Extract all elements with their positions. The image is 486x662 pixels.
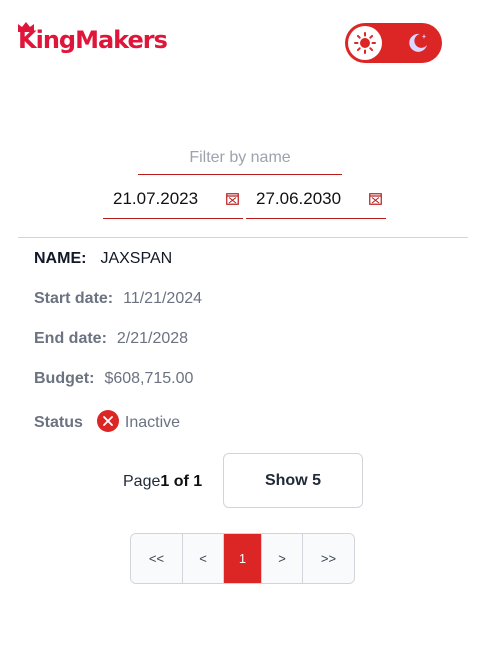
last-page-button[interactable]: >> bbox=[303, 534, 354, 583]
end-date-text: 2/21/2028 bbox=[116, 330, 189, 347]
pagination-controls: << < 1 > >> bbox=[130, 533, 355, 584]
divider bbox=[18, 237, 468, 238]
next-page-button[interactable]: > bbox=[262, 534, 303, 583]
start-date-value: 21.07.2023 bbox=[113, 189, 199, 208]
x-circle-icon bbox=[96, 410, 119, 432]
moon-icon bbox=[409, 33, 427, 52]
name-row: NAME: JAXSPAN bbox=[34, 250, 172, 268]
sun-icon bbox=[354, 32, 376, 54]
budget-label: Budget: bbox=[34, 370, 95, 387]
crown-icon bbox=[18, 22, 34, 32]
start-date-field[interactable]: 21.07.2023 bbox=[103, 180, 243, 219]
end-date-row: End date: 2/21/2028 bbox=[34, 330, 188, 348]
page-indicator: Page1 of 1 bbox=[123, 473, 202, 491]
status-row: Status Inactive bbox=[34, 410, 180, 432]
page-button-current[interactable]: 1 bbox=[224, 534, 262, 583]
page-count: 1 of 1 bbox=[160, 473, 203, 490]
page-size-button[interactable]: Show 5 bbox=[223, 453, 363, 508]
calendar-icon[interactable] bbox=[369, 192, 382, 205]
page-prefix: Page bbox=[123, 473, 161, 490]
theme-toggle[interactable] bbox=[345, 23, 442, 63]
first-page-button[interactable]: << bbox=[131, 534, 183, 583]
end-date-label: End date: bbox=[34, 330, 107, 347]
name-label: NAME: bbox=[34, 250, 87, 267]
name-value: JAXSPAN bbox=[100, 250, 173, 267]
status-value: Inactive bbox=[124, 414, 181, 431]
end-date-field[interactable]: 27.06.2030 bbox=[246, 180, 386, 219]
brand-logo[interactable]: KingMakers bbox=[18, 22, 168, 54]
budget-value: $608,715.00 bbox=[104, 370, 194, 387]
filter-name-input[interactable] bbox=[138, 141, 342, 175]
start-date-row: Start date: 11/21/2024 bbox=[34, 290, 202, 308]
start-date-label: Start date: bbox=[34, 290, 114, 307]
prev-page-button[interactable]: < bbox=[183, 534, 224, 583]
status-label: Status bbox=[34, 414, 83, 431]
calendar-icon[interactable] bbox=[226, 192, 239, 205]
toggle-knob bbox=[348, 26, 382, 60]
start-date-text: 11/21/2024 bbox=[123, 290, 203, 307]
brand-name: KingMakers bbox=[18, 26, 168, 54]
budget-row: Budget: $608,715.00 bbox=[34, 370, 193, 388]
end-date-value: 27.06.2030 bbox=[256, 189, 342, 208]
